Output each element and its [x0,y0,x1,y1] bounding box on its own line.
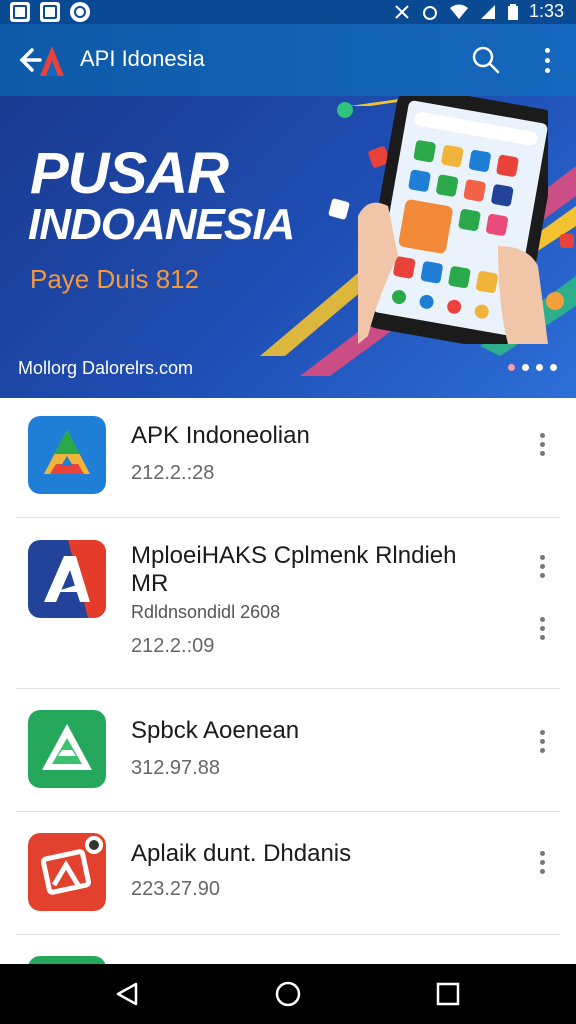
mute-icon [395,4,409,19]
banner-heading-2: INDOANESIA [28,200,295,249]
status-right: 1:33 [393,1,564,22]
list-item[interactable]: APK Indoneolian 212.2.:28 [0,398,576,518]
app-version: 212.2.:09 [131,635,215,657]
carousel-dot[interactable] [536,364,543,371]
app-version: 312.97.88 [131,757,220,779]
divider [16,934,560,935]
status-time: 1:33 [528,1,564,21]
wifi-icon [449,4,468,19]
app-name: Aplaik dunt. Dhdanis [131,840,352,867]
app-name: MploeiHAKS Cplmenk Rlndieh MR [131,542,457,597]
more-vert-icon[interactable] [532,614,552,642]
carousel-dot[interactable] [508,364,515,371]
back-logo-icon[interactable] [18,42,68,78]
app-icon-green-a [28,710,106,788]
app-icon-drive [28,416,106,494]
search-icon[interactable] [470,44,502,76]
recents-icon[interactable] [432,978,464,1010]
more-vert-icon[interactable] [532,727,552,755]
more-vert-icon[interactable] [532,848,552,876]
signal-icon [480,4,495,19]
gallery-icon [10,2,30,22]
banner-subheading: Paye Duis 812 [30,264,200,294]
carousel-dot[interactable] [522,364,529,371]
list-item[interactable]: MploeiHAKS Cplmenk Rlndieh MR Rdldnsondi… [0,518,576,688]
more-vert-icon[interactable] [532,44,562,76]
banner-heading-1: PUSAR [30,141,229,206]
battery-icon [507,3,518,20]
more-vert-icon[interactable] [532,430,552,458]
phone-illustration [358,96,548,344]
banner-url[interactable]: Mollorg Dalorelrs.com [18,358,193,379]
app-name: Spbck Aoenean [131,717,300,744]
status-bar: 1:33 [0,0,576,24]
app-name: APK Indoneolian [131,422,310,449]
list-item[interactable]: Spbck Aoenean 312.97.88 [0,689,576,811]
list-item[interactable]: Aplaik dunt. Dhdanis 223.27.90 [0,812,576,934]
app-title: API Idonesia [80,46,205,71]
back-icon[interactable] [112,978,144,1010]
app-icon-a [28,540,106,618]
status-left-icons [10,2,90,22]
carousel-indicator[interactable] [508,364,557,371]
promo-banner[interactable]: PUSAR INDOANESIA Paye Duis 812 Mollorg D… [0,96,576,398]
system-nav-bar [0,964,576,1024]
app-subtitle: Rdldnsondidl 2608 [131,602,281,622]
app-version: 212.2.:28 [131,462,215,484]
app-icon-partial [28,956,106,964]
sync-icon [70,2,90,22]
app-icon-red [28,833,106,911]
home-icon[interactable] [272,978,304,1010]
alarm-icon [422,5,437,20]
app-list: APK Indoneolian 212.2.:28 MploeiHAKS Cpl… [0,398,576,964]
more-vert-icon[interactable] [532,552,552,580]
app-bar: API Idonesia [0,24,576,96]
carousel-dot[interactable] [550,364,557,371]
app-version: 223.27.90 [131,878,220,900]
image-icon [40,2,60,22]
